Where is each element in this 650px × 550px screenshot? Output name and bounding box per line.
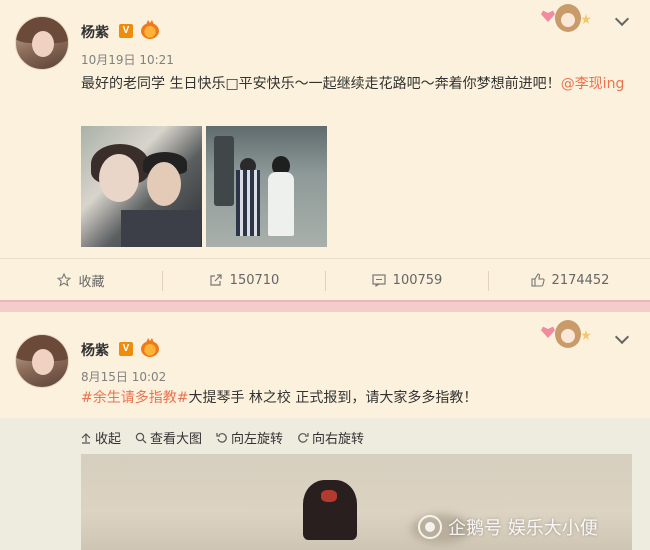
author-name[interactable]: 杨紫 (81, 340, 109, 360)
chevron-down-icon[interactable] (614, 329, 630, 345)
decorative-sticker (541, 318, 593, 352)
image-toolbar: 收起 查看大图 向左旋转 向右旋转 (80, 428, 364, 447)
verified-badge-icon: V (119, 24, 133, 38)
decorative-sticker (541, 2, 593, 36)
member-crown-icon[interactable] (141, 23, 159, 39)
thumbs-up-icon (530, 273, 545, 287)
comment-button[interactable]: 100759 (326, 259, 488, 301)
rotate-left-icon (216, 432, 227, 443)
comment-icon (372, 273, 386, 288)
post-timestamp[interactable]: 10月19日 10:21 (81, 51, 174, 68)
rotate-right-label: 向右旋转 (312, 432, 365, 447)
favorite-button[interactable]: 收藏 (0, 259, 162, 301)
watermark: 企鹅号 娱乐大小便 (418, 514, 598, 540)
watermark-text: 企鹅号 娱乐大小便 (448, 518, 598, 539)
rotate-left-button[interactable]: 向左旋转 (216, 428, 283, 447)
collapse-label: 收起 (95, 432, 122, 447)
mention-link[interactable]: @李现ing (561, 76, 625, 92)
member-crown-icon[interactable] (141, 341, 159, 357)
post-divider (0, 300, 650, 312)
avatar[interactable] (15, 16, 69, 70)
avatar[interactable] (15, 334, 69, 388)
post-timestamp[interactable]: 8月15日 10:02 (81, 368, 166, 385)
action-bar: 收藏 150710 100759 2174452 (0, 258, 650, 300)
post-text: 最好的老同学 生日快乐□平安快乐～一起继续走花路吧～奔着你梦想前进吧！ (81, 76, 561, 92)
post-photo-1[interactable] (81, 126, 202, 247)
comment-count: 100759 (392, 272, 443, 288)
collapse-button[interactable]: 收起 (80, 428, 121, 447)
favorite-label: 收藏 (78, 274, 105, 290)
zoom-icon (135, 432, 147, 443)
post-body: #余生请多指教#大提琴手 林之校 正式报到，请大家多多指教！ (81, 386, 626, 410)
star-icon (57, 272, 72, 287)
verified-badge-icon: V (119, 342, 133, 356)
repost-count: 150710 (229, 272, 280, 288)
repost-button[interactable]: 150710 (163, 259, 325, 301)
like-count: 2174452 (551, 272, 610, 288)
post-body: 最好的老同学 生日快乐□平安快乐～一起继续走花路吧～奔着你梦想前进吧！@李现in… (81, 72, 626, 96)
collapse-icon (81, 432, 91, 444)
hashtag-link[interactable]: #余生请多指教# (81, 390, 188, 406)
like-button[interactable]: 2174452 (489, 259, 650, 301)
rotate-left-label: 向左旋转 (231, 432, 284, 447)
view-large-label: 查看大图 (150, 432, 203, 447)
rotate-right-icon (298, 432, 309, 443)
rotate-right-button[interactable]: 向右旋转 (297, 428, 364, 447)
weibo-post-1: 杨紫 V 10月19日 10:21 最好的老同学 生日快乐□平安快乐～一起继续走… (0, 0, 650, 300)
share-icon (209, 273, 223, 287)
post-photo-2[interactable] (206, 126, 327, 247)
view-large-button[interactable]: 查看大图 (135, 428, 202, 447)
post-text: 大提琴手 林之校 正式报到，请大家多多指教！ (188, 390, 478, 406)
penguin-logo-icon (418, 515, 442, 539)
chevron-down-icon[interactable] (614, 11, 630, 27)
author-name[interactable]: 杨紫 (81, 22, 109, 42)
